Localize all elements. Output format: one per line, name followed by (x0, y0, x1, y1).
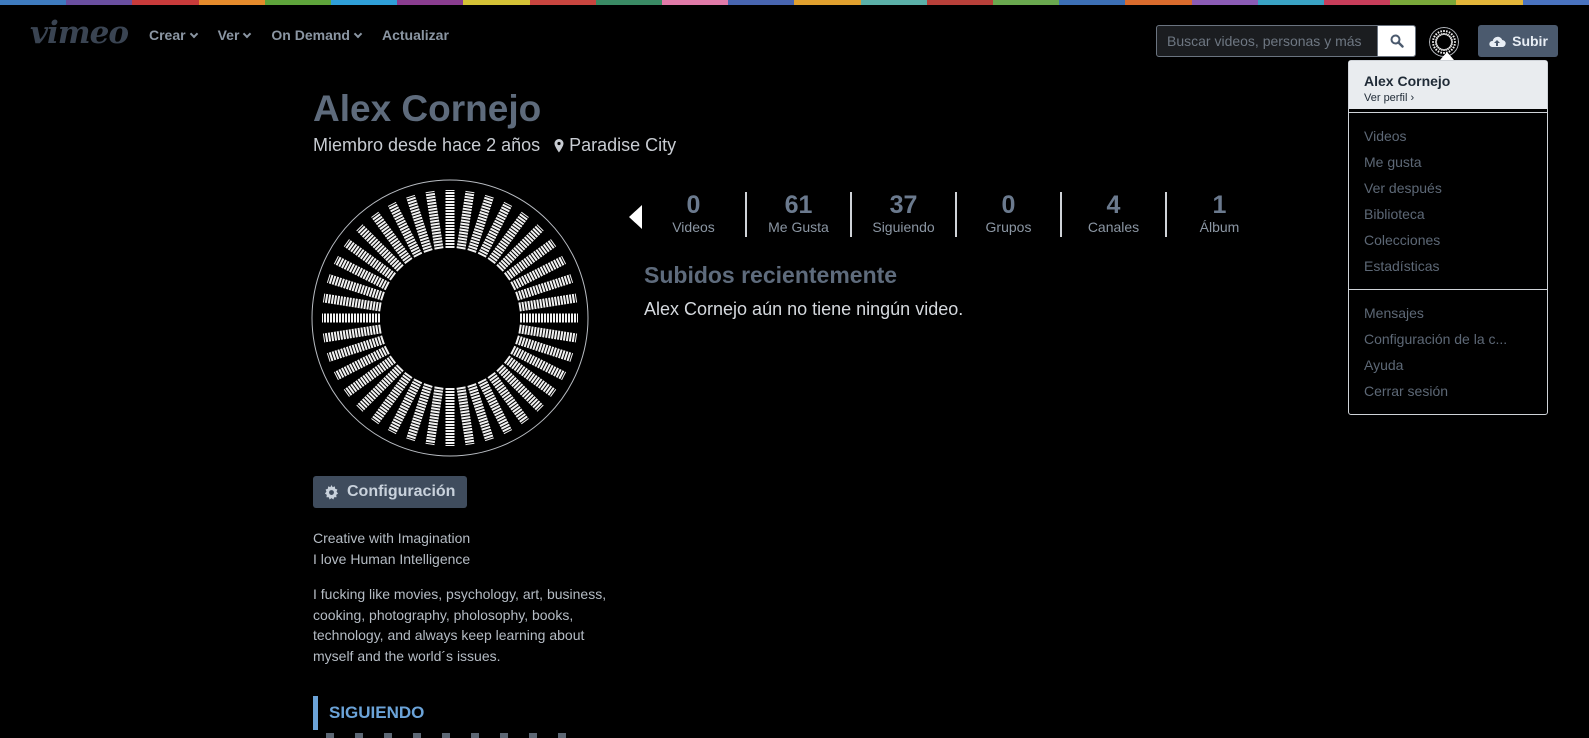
stat-value: 37 (889, 191, 918, 219)
location-label: Paradise City (569, 135, 677, 155)
nav-on-demand-label: On Demand (271, 27, 350, 43)
nav-actualizar[interactable]: Actualizar (382, 27, 449, 43)
dropdown-caret (1440, 52, 1454, 60)
stat-item[interactable]: 1 Álbum (1167, 192, 1272, 237)
search-icon (1390, 34, 1404, 48)
user-menu-item[interactable]: Estadísticas (1349, 253, 1547, 279)
stat-label: Canales (1087, 219, 1140, 235)
user-menu-header[interactable]: Alex Cornejo Ver perfil › (1349, 61, 1547, 112)
stat-value: 0 (686, 191, 701, 219)
following-avatar[interactable] (471, 733, 479, 738)
nav-on-demand[interactable]: On Demand (271, 27, 363, 43)
stat-label: Grupos (985, 219, 1032, 235)
following-avatar[interactable] (384, 733, 392, 738)
following-avatar[interactable] (355, 733, 363, 738)
gear-icon (324, 484, 339, 500)
user-menu-name: Alex Cornejo (1364, 73, 1451, 89)
following-avatar[interactable] (326, 733, 334, 738)
profile-location[interactable]: Paradise City (554, 135, 676, 156)
following-avatars (326, 733, 566, 738)
top-navigation: vimeo Crear Ver On Demand Actualizar Sub… (0, 5, 1589, 63)
search-button[interactable] (1377, 26, 1415, 56)
user-menu-item[interactable]: Ver después (1349, 175, 1547, 201)
stat-label: Videos (672, 219, 715, 235)
user-menu-item[interactable]: Videos (1349, 123, 1547, 149)
upload-label: Subir (1512, 33, 1548, 49)
user-menu-group-library: Videos Me gusta Ver después Biblioteca Colec… (1349, 113, 1547, 289)
stat-value: 61 (784, 191, 813, 219)
bio-short: Creative with Imagination I love Human I… (313, 528, 470, 570)
following-avatar[interactable] (442, 733, 450, 738)
settings-button[interactable]: Configuración (313, 476, 467, 508)
nav-ver-label: Ver (217, 27, 240, 43)
user-menu-item[interactable]: Configuración de la c... (1349, 326, 1547, 352)
profile-stats: 0 Videos 61 Me Gusta 37 Siguiendo 0 Grupos 4 Cana… (642, 192, 1272, 237)
user-menu-item[interactable]: Biblioteca (1349, 201, 1547, 227)
vimeo-logo[interactable]: vimeo (30, 15, 129, 51)
user-menu-group-account: Mensajes Configuración de la c... Ayuda Cer… (1349, 290, 1547, 404)
search-input[interactable] (1157, 26, 1377, 56)
stat-label: Siguiendo (872, 219, 935, 235)
user-menu-item[interactable]: Mensajes (1349, 300, 1547, 326)
chevron-down-icon (189, 29, 198, 38)
user-menu-item[interactable]: Colecciones (1349, 227, 1547, 253)
nav-crear[interactable]: Crear (149, 27, 198, 43)
upload-button[interactable]: Subir (1478, 25, 1558, 57)
profile-name: Alex Cornejo (313, 88, 542, 129)
search-box (1156, 25, 1416, 57)
nav-crear-label: Crear (149, 27, 186, 43)
stat-item[interactable]: 4 Canales (1062, 192, 1167, 237)
nav-ver[interactable]: Ver (217, 27, 252, 43)
location-pin-icon (554, 138, 564, 152)
stat-item[interactable]: 37 Siguiendo (852, 192, 957, 237)
stat-value: 1 (1212, 191, 1227, 219)
stat-item[interactable]: 61 Me Gusta (747, 192, 852, 237)
bio-line: Creative with Imagination (313, 530, 471, 546)
nav-links: Crear Ver On Demand Actualizar (149, 27, 470, 43)
stat-label: Álbum (1199, 219, 1240, 235)
stat-item[interactable]: 0 Grupos (957, 192, 1062, 237)
cloud-upload-icon (1489, 36, 1506, 47)
chevron-down-icon (353, 29, 363, 38)
user-menu-item[interactable]: Me gusta (1349, 149, 1547, 175)
stat-value: 0 (1001, 191, 1016, 219)
recent-uploads-empty: Alex Cornejo aún no tiene ningún video. (644, 299, 964, 319)
view-profile-link[interactable]: Ver perfil › (1364, 92, 1532, 104)
stat-value: 4 (1106, 191, 1121, 219)
user-menu-item[interactable]: Ayuda (1349, 352, 1547, 378)
following-avatar[interactable] (413, 733, 421, 738)
recent-uploads-title: Subidos recientemente (644, 262, 898, 288)
stat-label: Me Gusta (768, 219, 829, 235)
profile-subtitle: Miembro desde hace 2 años Paradise City (313, 135, 676, 156)
nav-actualizar-label: Actualizar (381, 27, 449, 43)
profile-avatar (311, 179, 589, 457)
following-heading: SIGUIENDO (313, 696, 424, 730)
user-menu-dropdown: Alex Cornejo Ver perfil › Videos Me gusta… (1348, 60, 1548, 415)
stats-prev-arrow-icon[interactable] (629, 205, 642, 229)
chevron-down-icon (243, 29, 252, 38)
member-since: Miembro desde hace 2 años (313, 135, 541, 155)
following-avatar[interactable] (529, 733, 537, 738)
settings-label: Configuración (347, 483, 456, 500)
bio-line: I love Human Intelligence (313, 551, 471, 567)
stat-item[interactable]: 0 Videos (642, 192, 747, 237)
following-avatar[interactable] (558, 733, 566, 738)
bio-long: I fucking like movies, psychology, art, … (313, 586, 607, 664)
user-menu-item[interactable]: Cerrar sesión (1349, 378, 1547, 404)
following-avatar[interactable] (500, 733, 508, 738)
